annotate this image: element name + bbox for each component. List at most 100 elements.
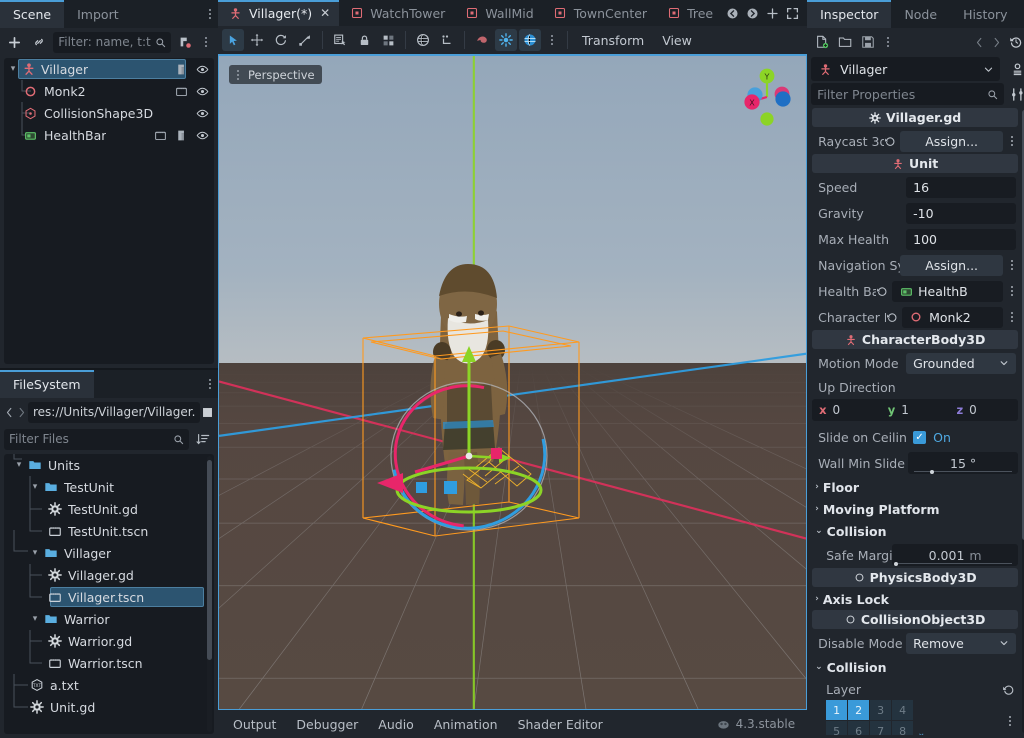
layer-cell-5[interactable]: 5 [826,721,848,735]
fs-row-a-txt[interactable]: TXT a.txt [4,674,214,696]
scene-tree-row-collisionshape3d[interactable]: CollisionShape3D [4,102,214,124]
fs-row-villager-tscn[interactable]: Villager.tscn [4,586,214,608]
move-mode-icon[interactable] [246,29,268,51]
tab-inspector[interactable]: Inspector [807,0,892,28]
fs-row-testunit-gd[interactable]: TestUnit.gd [4,498,214,520]
expand-layers-icon[interactable]: ⌄ [917,728,925,735]
history-icon[interactable] [1005,31,1024,53]
scene-tree-menu-icon[interactable] [198,37,214,47]
layer-cell-1[interactable]: 1 [826,700,848,720]
foldout-axis-lock[interactable]: › Axis Lock [812,588,1018,610]
local-space-icon[interactable] [412,29,434,51]
instanced-scene-icon[interactable] [152,127,169,144]
expand-arrow-icon[interactable]: ▾ [28,482,42,492]
tab-import[interactable]: Import [64,0,132,28]
scene-tab-towncenter[interactable]: TownCenter [543,0,656,26]
scene-tab-tree[interactable]: Tree [656,0,722,26]
collision-layer-grid[interactable]: 1 2 3 4 5 6 7 8 [826,700,914,735]
foldout-moving-platform[interactable]: › Moving Platform [812,498,1018,520]
next-scene-icon[interactable] [746,7,759,20]
inspector-selected-node[interactable]: Villager [811,57,1001,81]
slider-knob[interactable] [894,562,899,566]
slider-knob[interactable] [930,470,935,474]
tab-scene[interactable]: Scene [0,0,65,28]
instance-scene-icon[interactable] [29,31,51,53]
scene-tab-watchtower[interactable]: WatchTower [339,0,454,26]
slide-on-ceiling-toggle[interactable]: ✓ On [906,427,1016,448]
select-mode-icon[interactable] [222,29,244,51]
property-navigation-system[interactable]: Navigation Syste Assign... [812,252,1018,278]
open-documentation-icon[interactable] [1006,59,1024,81]
expand-arrow-icon[interactable]: ▾ [12,460,26,470]
safe-margin-slider[interactable]: 0.001 m [892,544,1019,566]
filter-script-icon[interactable] [174,31,196,53]
forward-icon[interactable] [988,31,1004,53]
property-slide-on-ceiling[interactable]: Slide on Ceiling ✓ On [812,424,1018,450]
layer-menu-icon[interactable] [1003,715,1016,726]
section-header-unit[interactable]: Unit [812,154,1019,173]
filesystem-menu-icon[interactable] [202,370,218,398]
nav-forward-button[interactable] [16,401,27,423]
visibility-icon[interactable] [194,105,211,122]
vector-z-field[interactable]: z 0 [949,399,1019,421]
property-character-node[interactable]: Character No Monk2 [812,304,1018,330]
3d-viewport[interactable]: Perspective Y X [218,54,808,710]
wall-min-slide-slider[interactable]: 15 ° [908,452,1019,474]
resource-menu-icon[interactable] [880,37,896,47]
transform-gizmo[interactable] [219,56,795,692]
scene-tree-row-monk2[interactable]: Monk2 [4,80,214,102]
fs-row-villager-folder[interactable]: ▾ Villager [4,530,214,564]
property-gravity[interactable]: Gravity -10 [812,200,1018,226]
layer-cell-8[interactable]: 8 [892,721,914,735]
property-value[interactable]: -10 [906,202,1017,224]
fs-row-testunit-tscn[interactable]: TestUnit.tscn [4,520,214,542]
camera-preview-icon[interactable] [471,29,493,51]
checkbox-icon[interactable]: ✓ [913,430,927,444]
fs-row-testunit[interactable]: ▾ TestUnit [4,476,214,498]
section-header-script[interactable]: Villager.gd [812,108,1019,127]
visibility-icon[interactable] [194,61,211,78]
bottom-tab-shader-editor[interactable]: Shader Editor [509,714,612,735]
fs-row-units[interactable]: ▾ Units [4,454,214,476]
rotate-mode-icon[interactable] [270,29,292,51]
motion-mode-dropdown[interactable]: Grounded [906,352,1017,374]
transform-menu[interactable]: Transform [574,29,652,51]
bottom-tab-audio[interactable]: Audio [369,714,423,735]
group-icon[interactable] [377,29,399,51]
bottom-tab-output[interactable]: Output [224,714,285,735]
layer-cell-6[interactable]: 6 [848,721,870,735]
section-header-physics-body[interactable]: PhysicsBody3D [812,568,1019,587]
foldout-collision-character[interactable]: ⌄ Collision [812,520,1018,542]
revert-icon[interactable] [1002,683,1018,696]
environment-preview-icon[interactable] [519,29,541,51]
sun-preview-icon[interactable] [495,29,517,51]
filesystem-path-input[interactable]: res://Units/Villager/Villager. [28,401,201,423]
assign-button[interactable]: Assign... [900,254,1004,276]
sort-files-icon[interactable] [192,428,214,450]
property-value[interactable]: 100 [906,228,1017,250]
assign-button[interactable]: Assign... [900,130,1004,152]
lock-icon[interactable] [353,29,375,51]
section-header-collision-object[interactable]: CollisionObject3D [812,610,1019,629]
scene-tree-row-healthbar[interactable]: HealthBar [4,124,214,146]
viewport-options-menu-icon[interactable] [543,35,561,45]
prev-scene-icon[interactable] [726,7,739,20]
visibility-icon[interactable] [194,127,211,144]
viewport-axis-gizmo[interactable]: Y X [734,64,800,130]
tab-history[interactable]: History [950,0,1020,28]
foldout-collision-object-collision[interactable]: ⌄ Collision [812,656,1018,678]
toggle-split-mode-button[interactable] [201,401,214,423]
fs-row-warrior-tscn[interactable]: Warrior.tscn [4,652,214,674]
property-disable-mode[interactable]: Disable Mode Remove [812,630,1018,656]
save-resource-icon[interactable] [857,31,879,53]
section-header-character-body[interactable]: CharacterBody3D [812,330,1019,349]
expand-arrow-icon[interactable]: ▾ [6,64,20,74]
view-menu[interactable]: View [654,29,700,51]
nav-back-button[interactable] [4,401,15,423]
node-reference-value[interactable]: HealthB [892,280,1004,302]
bottom-tab-debugger[interactable]: Debugger [287,714,367,735]
property-menu-icon[interactable] [1005,312,1018,322]
layer-cell-4[interactable]: 4 [892,700,914,720]
new-resource-icon[interactable] [811,31,833,53]
node-reference-value[interactable]: Monk2 [902,306,1004,328]
